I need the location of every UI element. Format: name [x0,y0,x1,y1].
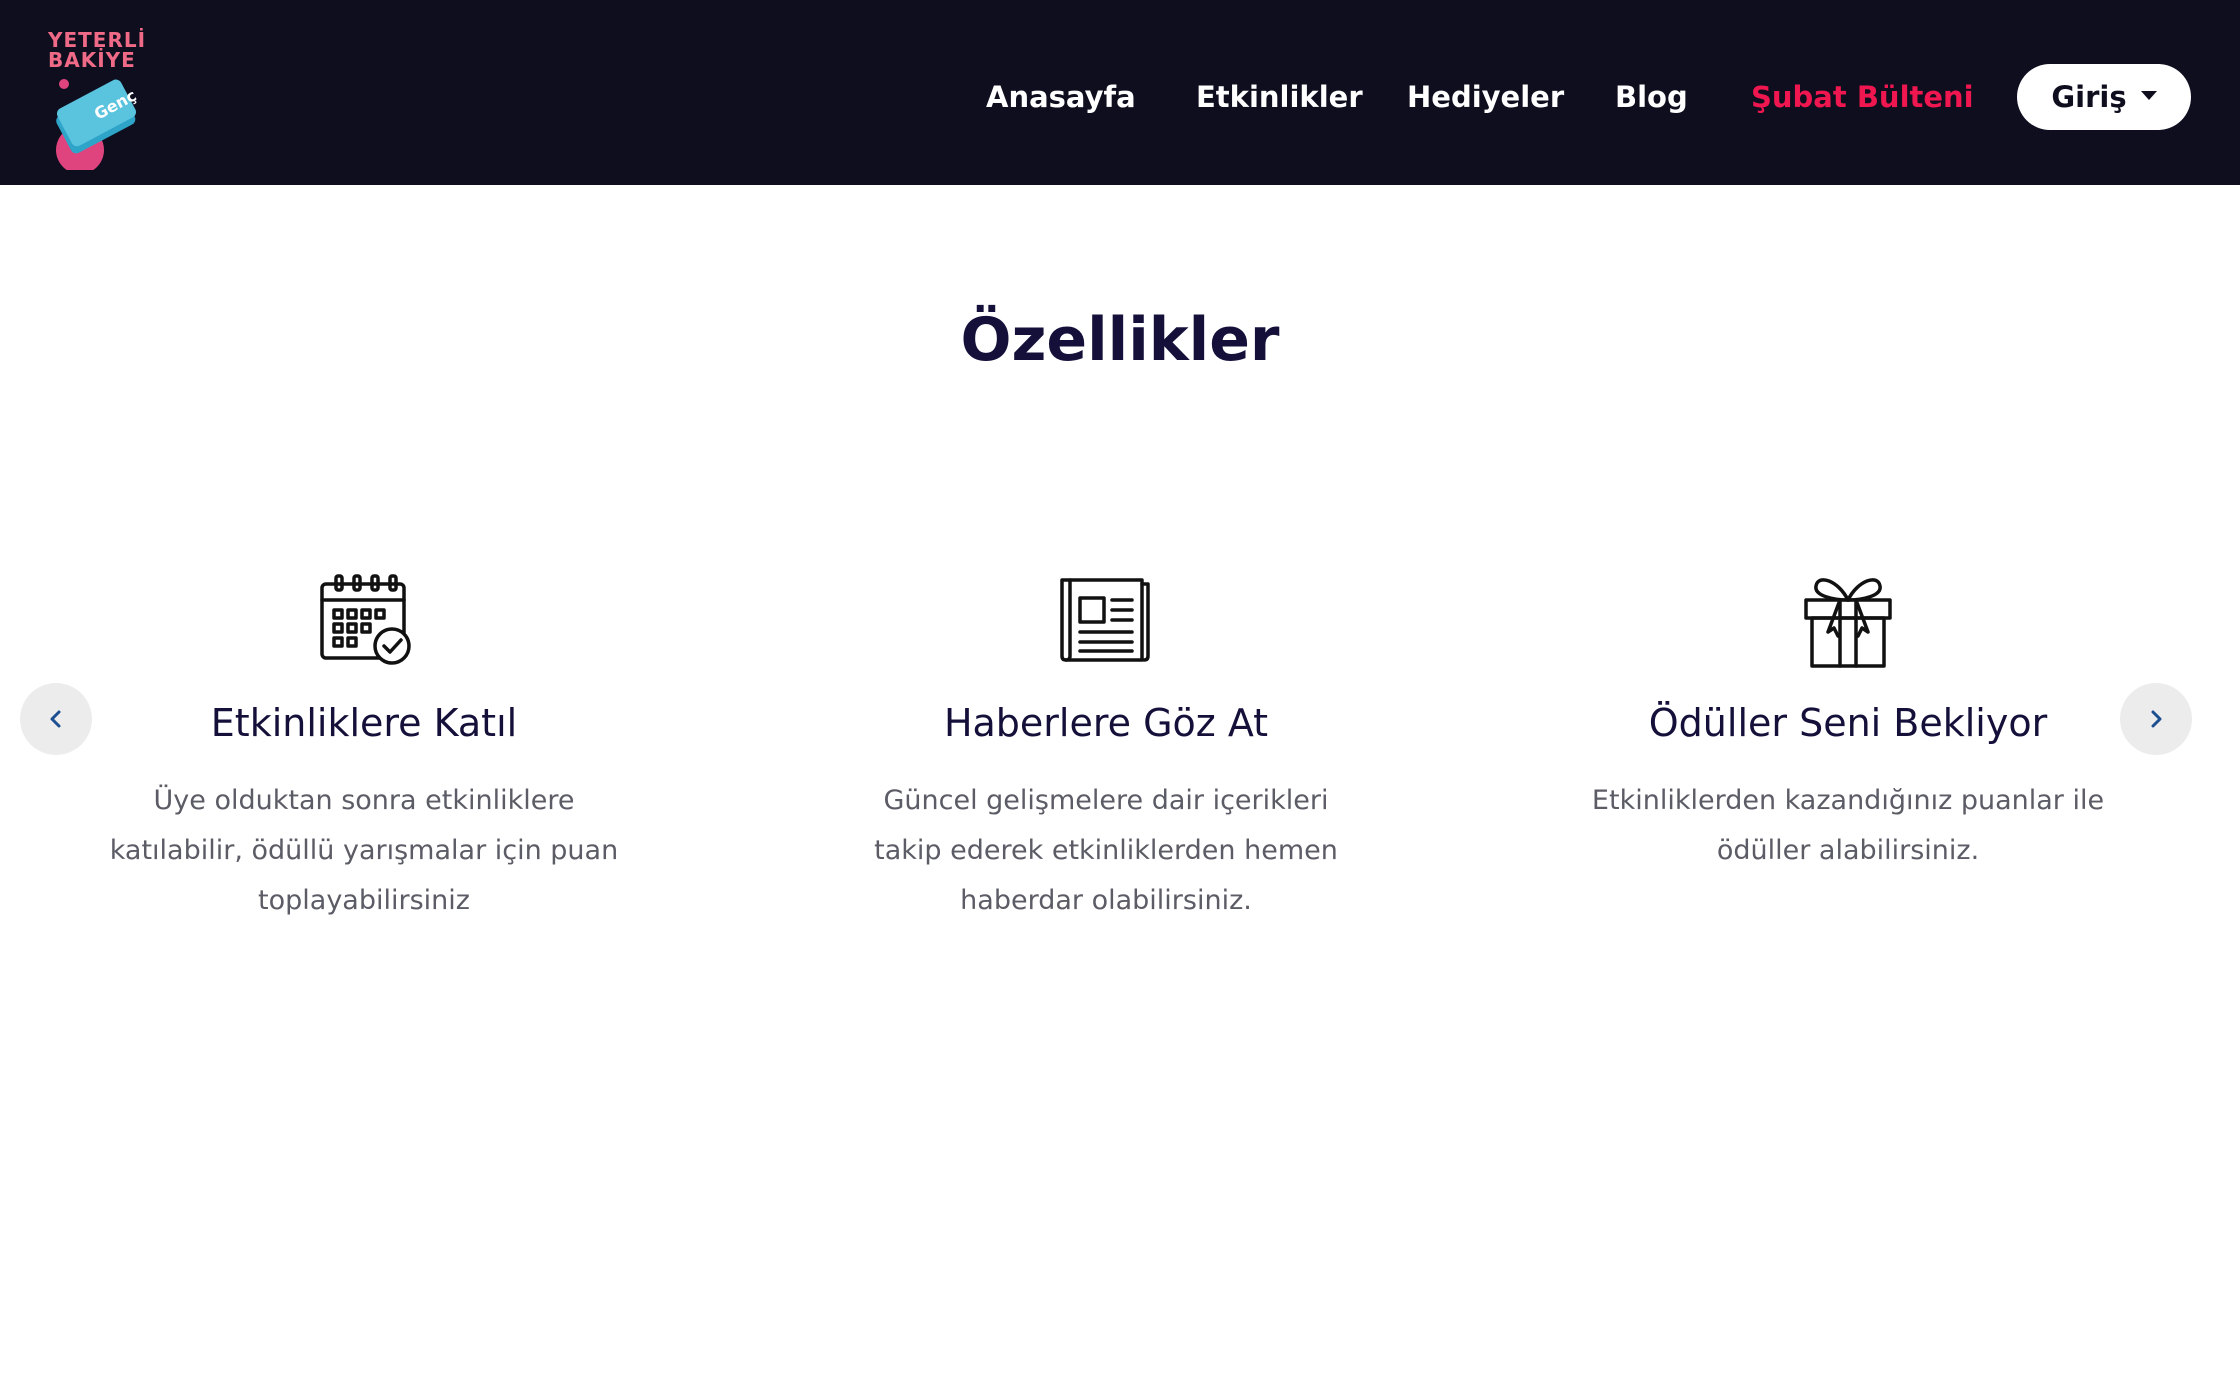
gift-icon [1804,578,1892,668]
newspaper-icon [1060,578,1150,662]
feature-description: Etkinliklerden kazandığınız puanlar ile … [1591,785,2105,866]
feature-title: Etkinliklere Katıl [210,701,518,745]
slider-prev-button[interactable] [20,683,92,755]
nav-item-hediyeler[interactable]: Hediyeler [1407,72,1564,122]
chevron-right-icon [2151,710,2162,728]
logo-line-2: BAKİYE [48,48,136,72]
nav-item-anasayfa[interactable]: Anasayfa [986,72,1136,122]
feature-title: Ödüller Seni Bekliyor [1648,701,2048,745]
nav-item-blog[interactable]: Blog [1615,72,1688,122]
page: YETERLİ BAKİYE Genç Anasayfa Etkinlikler… [0,0,2240,1398]
caret-down-icon [2140,90,2157,100]
navbar: YETERLİ BAKİYE Genç Anasayfa Etkinlikler… [0,0,2240,185]
feature-title: Haberlere Göz At [943,701,1269,745]
feature-description: Üye olduktan sonra etkinliklere katılabi… [109,785,619,916]
slider-next-button[interactable] [2120,683,2192,755]
feature-card-odul: Ödüller Seni Bekliyor Etkinliklerden kaz… [1568,570,2128,876]
chevron-left-icon [50,710,61,728]
calendar-check-icon [320,574,411,665]
logo-text: YETERLİ BAKİYE [48,30,148,70]
main-nav: Anasayfa Etkinlikler Hediyeler Blog Şuba… [0,72,2240,122]
logo-line-1: YETERLİ [48,28,147,52]
feature-description: Güncel gelişmelere dair içerikleri takip… [874,785,1338,916]
login-label: Giriş [2051,80,2127,114]
feature-card-haber: Haberlere Göz At Güncel gelişmelere dair… [826,570,1386,926]
login-dropdown-button[interactable]: Giriş [2017,64,2191,130]
nav-item-etkinlikler[interactable]: Etkinlikler [1196,72,1363,122]
section-title: Özellikler [960,305,1280,375]
feature-card-etkinlik: Etkinliklere Katıl Üye olduktan sonra et… [84,570,644,926]
nav-item-subat-bulteni[interactable]: Şubat Bülteni [1751,72,1974,122]
